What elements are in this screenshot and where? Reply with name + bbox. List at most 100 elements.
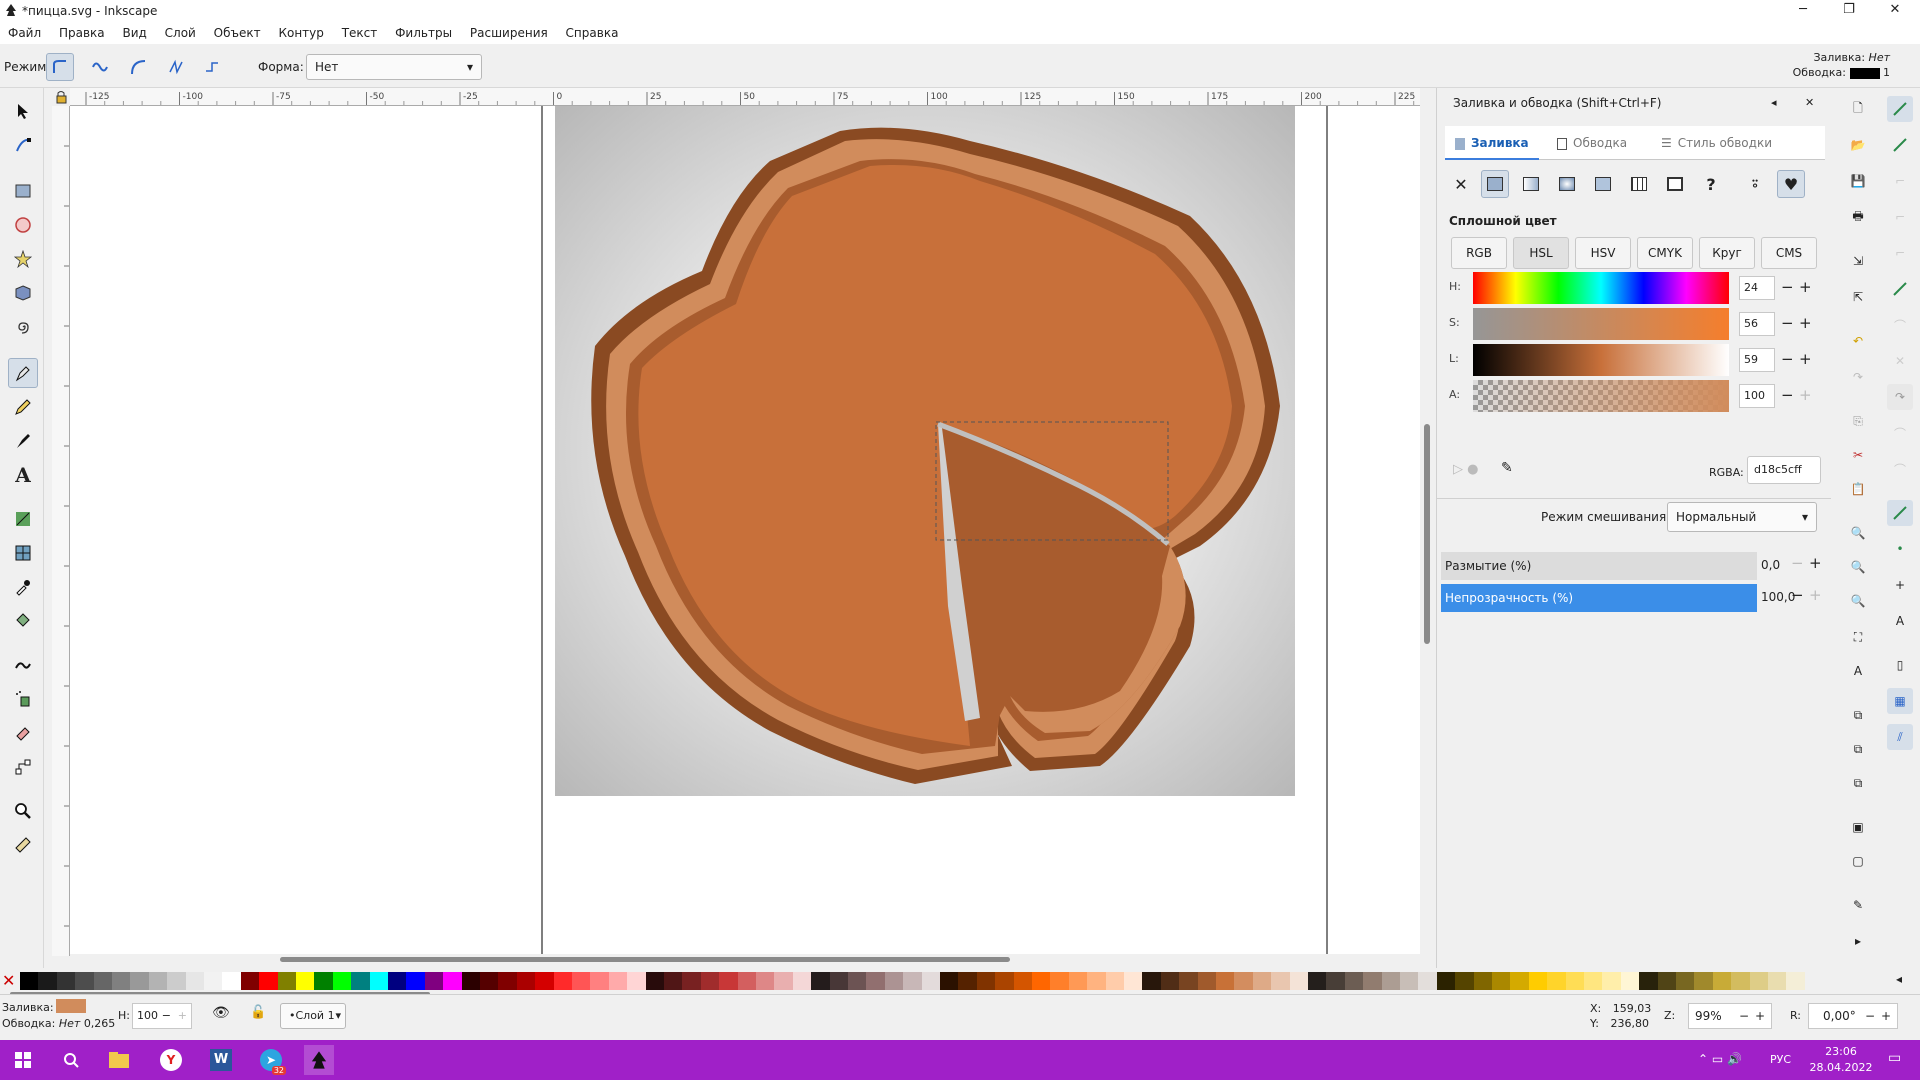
status-opacity-spin[interactable]: 100 − + <box>132 1003 192 1029</box>
blend-mode-select[interactable]: Нормальный ▾ <box>1667 502 1817 532</box>
menu-layer[interactable]: Слой <box>157 22 202 40</box>
tab-fill[interactable]: Заливка <box>1445 126 1539 160</box>
palette-swatch[interactable] <box>148 972 168 990</box>
eraser-tool[interactable] <box>8 718 38 748</box>
tweak-tool[interactable] <box>8 650 38 680</box>
saturation-minus-button[interactable]: − <box>1781 312 1794 334</box>
cut-icon[interactable]: ✂ <box>1845 442 1871 468</box>
vertical-scrollbar[interactable] <box>1420 88 1434 954</box>
palette-swatch[interactable] <box>553 972 572 990</box>
palette-swatch[interactable] <box>866 972 885 990</box>
copy-icon[interactable]: ⎘ <box>1845 408 1871 434</box>
palette-swatch[interactable] <box>314 972 333 990</box>
saturation-value[interactable]: 56 <box>1739 312 1775 336</box>
palette-swatch[interactable] <box>1105 972 1124 990</box>
text-tool[interactable]: A <box>8 460 38 490</box>
zoom-spin[interactable]: 99% − + <box>1688 1003 1772 1029</box>
bezier-mode-button[interactable] <box>46 53 74 81</box>
snap-nodes-icon[interactable] <box>1887 276 1913 302</box>
hue-minus-button[interactable]: − <box>1781 276 1794 298</box>
swatch-button[interactable] <box>1661 170 1689 198</box>
palette-swatch[interactable] <box>1639 972 1658 990</box>
fill-rule-evenodd-button[interactable]: ⍤ <box>1741 170 1769 198</box>
palette-swatch[interactable] <box>608 972 628 990</box>
palette-swatch[interactable] <box>1234 972 1253 990</box>
palette-swatch[interactable] <box>1344 972 1364 990</box>
palette-swatch[interactable] <box>38 972 57 990</box>
panel-restore-icon[interactable]: ◂ <box>1771 92 1777 114</box>
linear-gradient-button[interactable] <box>1517 170 1545 198</box>
menu-path[interactable]: Контур <box>270 22 329 40</box>
measure-tool[interactable] <box>8 830 38 860</box>
palette-swatch[interactable] <box>1694 972 1713 990</box>
radial-gradient-button[interactable] <box>1553 170 1581 198</box>
horizontal-scrollbar[interactable] <box>70 954 1434 966</box>
mode-cmyk-tab[interactable]: CMYK <box>1637 237 1693 269</box>
pencil-tool[interactable] <box>8 392 38 422</box>
pen-tool[interactable] <box>8 358 38 388</box>
close-window-button[interactable]: ✕ <box>1872 0 1918 22</box>
palette-swatch[interactable] <box>369 972 388 990</box>
lightness-minus-button[interactable]: − <box>1781 348 1794 370</box>
zoom-selection-icon[interactable]: 🔍 <box>1845 520 1871 546</box>
palette-swatch[interactable] <box>1786 972 1805 990</box>
inkscape-taskbar-icon[interactable] <box>304 1045 334 1075</box>
file-explorer-icon[interactable] <box>104 1045 134 1075</box>
language-indicator[interactable]: РУС <box>1770 1053 1791 1066</box>
palette-swatch[interactable] <box>682 972 701 990</box>
palette-swatch[interactable] <box>167 972 186 990</box>
palette-swatch[interactable] <box>1602 972 1621 990</box>
new-document-icon[interactable]: 🗋 <box>1845 96 1871 122</box>
palette-swatch[interactable] <box>921 972 940 990</box>
palette-swatch[interactable] <box>829 972 848 990</box>
selector-tool[interactable] <box>8 96 38 126</box>
palette-swatch[interactable] <box>1142 972 1161 990</box>
palette-swatch[interactable] <box>1436 972 1456 990</box>
horizontal-scroll-thumb[interactable] <box>280 957 1010 962</box>
palette-swatch[interactable] <box>700 972 720 990</box>
palette-swatch[interactable] <box>572 972 591 990</box>
status-fill-swatch[interactable] <box>56 999 86 1013</box>
tray-icons[interactable]: ⌃ ▭ 🔊 <box>1698 1052 1742 1066</box>
palette-swatch[interactable] <box>848 972 867 990</box>
palette-swatch[interactable] <box>1271 972 1290 990</box>
node-tool[interactable] <box>8 130 38 160</box>
import-icon[interactable]: ⇲ <box>1845 248 1871 274</box>
word-icon[interactable]: W <box>206 1045 236 1075</box>
menu-filters[interactable]: Фильтры <box>387 22 458 40</box>
telegram-icon[interactable]: ➤ 32 <box>256 1045 286 1075</box>
mode-cms-tab[interactable]: CMS <box>1761 237 1817 269</box>
palette-swatch[interactable] <box>664 972 683 990</box>
gradient-tool[interactable] <box>8 504 38 534</box>
mode-wheel-tab[interactable]: Круг <box>1699 237 1755 269</box>
palette-swatch[interactable] <box>259 972 278 990</box>
snap-toggle-icon[interactable] <box>1887 96 1913 122</box>
spray-tool[interactable] <box>8 684 38 714</box>
drawing-canvas[interactable] <box>70 106 1420 954</box>
palette-swatch[interactable] <box>884 972 904 990</box>
paste-icon[interactable]: 📋 <box>1845 476 1871 502</box>
snap-bbox-midpoint-icon[interactable]: ⌐ <box>1887 240 1913 266</box>
palette-swatch[interactable] <box>388 972 407 990</box>
alpha-minus-button[interactable]: − <box>1781 384 1794 406</box>
palette-swatch[interactable] <box>516 972 536 990</box>
palette-swatch[interactable] <box>903 972 922 990</box>
mode-rgb-tab[interactable]: RGB <box>1451 237 1507 269</box>
3d-box-tool[interactable] <box>8 278 38 308</box>
opacity-slider[interactable]: Непрозрачность (%) <box>1441 584 1757 612</box>
pattern-button[interactable] <box>1625 170 1653 198</box>
saturation-plus-button[interactable]: + <box>1799 312 1812 334</box>
palette-swatch[interactable] <box>1179 972 1198 990</box>
palette-swatch[interactable] <box>1565 972 1584 990</box>
palette-swatch[interactable] <box>406 972 425 990</box>
yandex-browser-icon[interactable]: Y <box>156 1045 186 1075</box>
spiral-tool[interactable] <box>8 312 38 342</box>
search-icon[interactable] <box>56 1045 86 1075</box>
palette-swatch[interactable] <box>1068 972 1088 990</box>
zoom-fit-icon[interactable]: ⛶ <box>1845 624 1871 650</box>
palette-swatch[interactable] <box>424 972 444 990</box>
palette-swatch[interactable] <box>1676 972 1695 990</box>
palette-swatch[interactable] <box>719 972 738 990</box>
flat-color-button[interactable] <box>1481 170 1509 198</box>
palette-swatch[interactable] <box>461 972 480 990</box>
